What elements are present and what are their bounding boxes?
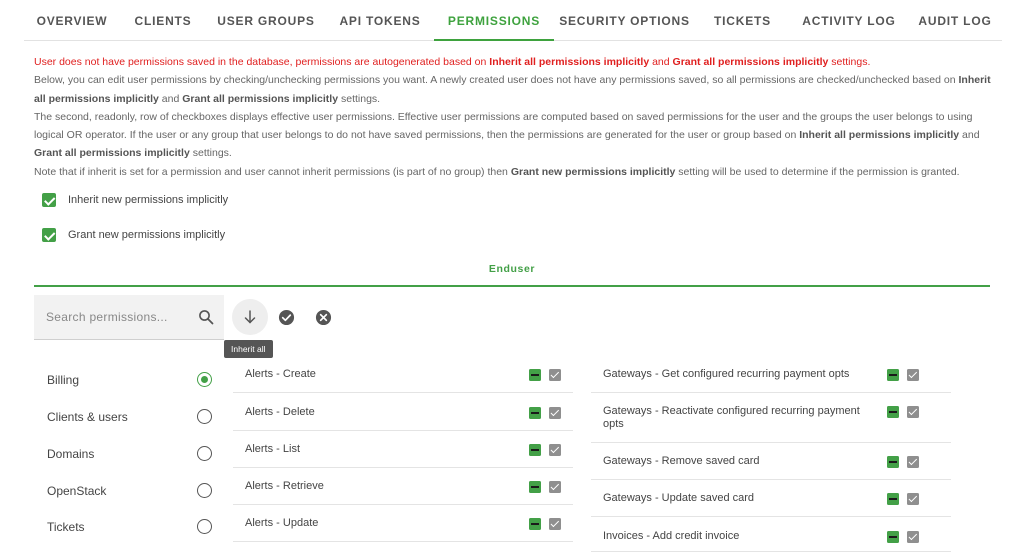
category-label: Clients & users [47,410,128,424]
category-domains[interactable]: Domains [47,443,217,467]
effective-permission-checkbox [549,369,561,381]
inherit-permission-checkbox[interactable] [529,407,541,419]
inherit-permission-checkbox[interactable] [887,493,899,505]
effective-permission-checkbox [907,531,919,543]
category-openstack[interactable]: OpenStack [47,480,217,504]
permission-label: Alerts - List [245,443,301,455]
permission-label: Gateways - Reactivate configured recurri… [603,405,860,430]
permission-row: Alerts - Update [233,511,573,542]
tab-clients[interactable]: CLIENTS [120,0,206,40]
category-label: Billing [47,373,80,387]
inherit-new-permissions-option[interactable]: Inherit new permissions implicitly [42,193,228,207]
permission-row: Gateways - Remove saved card [591,449,951,480]
category-radio[interactable] [197,372,212,387]
inherit-permission-checkbox[interactable] [529,518,541,530]
autogenerated-warning: User does not have permissions saved in … [34,56,871,68]
effective-permission-checkbox [907,406,919,418]
permission-row: Alerts - Delete [233,400,573,431]
inherit-permission-checkbox[interactable] [887,406,899,418]
grant-new-permissions-label: Grant new permissions implicitly [68,229,226,241]
permission-label: Alerts - Update [245,517,319,529]
inherit-permission-checkbox[interactable] [529,481,541,493]
tab-permissions[interactable]: PERMISSIONS [434,0,554,41]
effective-permission-checkbox [549,444,561,456]
permissions-help-text: User does not have permissions saved in … [34,53,994,181]
effective-permission-checkbox [549,518,561,530]
category-radio[interactable] [197,483,212,498]
tab-tickets[interactable]: TICKETS [695,0,790,40]
inherit-permission-checkbox[interactable] [887,456,899,468]
grant-new-permissions-option[interactable]: Grant new permissions implicitly [42,228,225,242]
section-title: Enduser [488,263,536,275]
category-radio[interactable] [197,409,212,424]
permission-row: Alerts - Retrieve [233,474,573,505]
inherit-all-button[interactable] [232,299,268,335]
permission-row: Alerts - List [233,437,573,468]
tab-user-groups[interactable]: USER GROUPS [206,0,326,40]
effective-permission-checkbox [907,493,919,505]
check-circle-icon [278,309,294,325]
permission-row: Invoices - Add credit invoice [591,524,951,552]
close-circle-icon [315,309,331,325]
grant-all-button[interactable] [277,308,295,326]
inherit-permission-checkbox[interactable] [887,531,899,543]
search-icon[interactable] [198,309,214,325]
category-label: OpenStack [47,484,107,498]
inherit-new-permissions-label: Inherit new permissions implicitly [68,194,229,206]
category-radio[interactable] [197,519,212,534]
permission-label: Invoices - Add credit invoice [603,530,740,542]
grant-new-permissions-checkbox[interactable] [42,228,56,242]
inherit-permission-checkbox[interactable] [529,444,541,456]
permission-label: Alerts - Delete [245,406,315,418]
effective-permission-checkbox [549,407,561,419]
permission-row: Alerts - Create [233,362,573,393]
category-billing[interactable]: Billing [47,369,217,393]
permission-label: Gateways - Remove saved card [603,455,760,467]
permission-row: Gateways - Reactivate configured recurri… [591,399,951,443]
tab-audit-log[interactable]: AUDIT LOG [908,0,1002,40]
category-label: Tickets [47,520,85,534]
permission-row: Gateways - Update saved card [591,486,951,517]
tab-api-tokens[interactable]: API TOKENS [326,0,434,40]
effective-permission-checkbox [549,481,561,493]
effective-permission-checkbox [907,456,919,468]
permission-label: Gateways - Get configured recurring paym… [603,368,850,380]
arrow-down-icon [244,310,256,324]
tab-activity-log[interactable]: ACTIVITY LOG [790,0,908,40]
help-paragraph-inherit: Note that if inherit is set for a permis… [34,165,960,178]
category-label: Domains [47,447,95,461]
category-radio[interactable] [197,446,212,461]
permission-label: Alerts - Retrieve [245,480,324,492]
search-permissions-input[interactable] [46,307,186,327]
inherit-permission-checkbox[interactable] [887,369,899,381]
inherit-new-permissions-checkbox[interactable] [42,193,56,207]
search-permissions-box [34,295,224,340]
inherit-permission-checkbox[interactable] [529,369,541,381]
deny-all-button[interactable] [314,308,332,326]
category-clients-users[interactable]: Clients & users [47,406,217,430]
help-paragraph-edit: Below, you can edit user permissions by … [34,74,991,105]
category-tickets[interactable]: Tickets [47,516,217,540]
help-paragraph-effective: The second, readonly, row of checkboxes … [34,110,980,160]
tab-security-options[interactable]: SECURITY OPTIONS [554,0,695,40]
effective-permission-checkbox [907,369,919,381]
section-divider [34,285,990,287]
tab-bar: OVERVIEW CLIENTS USER GROUPS API TOKENS … [24,0,1002,41]
tab-overview[interactable]: OVERVIEW [24,0,120,40]
inherit-all-tooltip: Inherit all [224,340,273,358]
permission-label: Alerts - Create [245,368,316,380]
permission-row: Gateways - Get configured recurring paym… [591,362,951,393]
permission-label: Gateways - Update saved card [603,492,755,504]
